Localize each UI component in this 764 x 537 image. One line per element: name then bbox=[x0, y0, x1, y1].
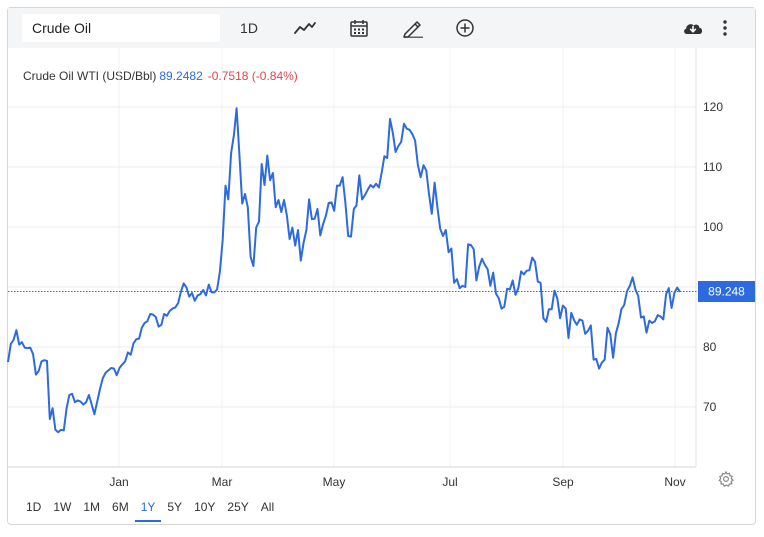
y-tick-label: 70 bbox=[703, 400, 717, 414]
range-button-all[interactable]: All bbox=[255, 494, 280, 520]
gear-icon[interactable] bbox=[717, 470, 735, 488]
range-button-10y[interactable]: 10Y bbox=[188, 494, 221, 520]
range-button-1d[interactable]: 1D bbox=[20, 494, 47, 520]
x-tick-label: Jan bbox=[109, 475, 128, 489]
x-tick-label: Nov bbox=[664, 475, 685, 489]
range-button-5y[interactable]: 5Y bbox=[161, 494, 188, 520]
range-button-1m[interactable]: 1M bbox=[77, 494, 106, 520]
range-selector: 1D 1W 1M 6M 1Y 5Y 10Y 25Y All bbox=[20, 494, 280, 522]
x-tick-label: Sep bbox=[552, 475, 574, 489]
x-tick-label: Jul bbox=[442, 475, 457, 489]
x-tick-label: May bbox=[323, 475, 346, 489]
y-tick-label: 100 bbox=[703, 220, 723, 234]
y-tick-label: 80 bbox=[703, 340, 717, 354]
range-button-25y[interactable]: 25Y bbox=[221, 494, 254, 520]
last-price-label: 89.248 bbox=[708, 285, 745, 299]
range-button-6m[interactable]: 6M bbox=[106, 494, 135, 520]
range-button-1y[interactable]: 1Y bbox=[134, 494, 162, 522]
x-tick-label: Mar bbox=[212, 475, 233, 489]
y-tick-label: 110 bbox=[703, 160, 722, 174]
price-series-line bbox=[7, 107, 681, 434]
price-chart[interactable]: 708090100110120 JanMarMayJulSepNov 89.24… bbox=[0, 0, 764, 537]
y-tick-label: 120 bbox=[703, 100, 723, 114]
range-button-1w[interactable]: 1W bbox=[47, 494, 77, 520]
